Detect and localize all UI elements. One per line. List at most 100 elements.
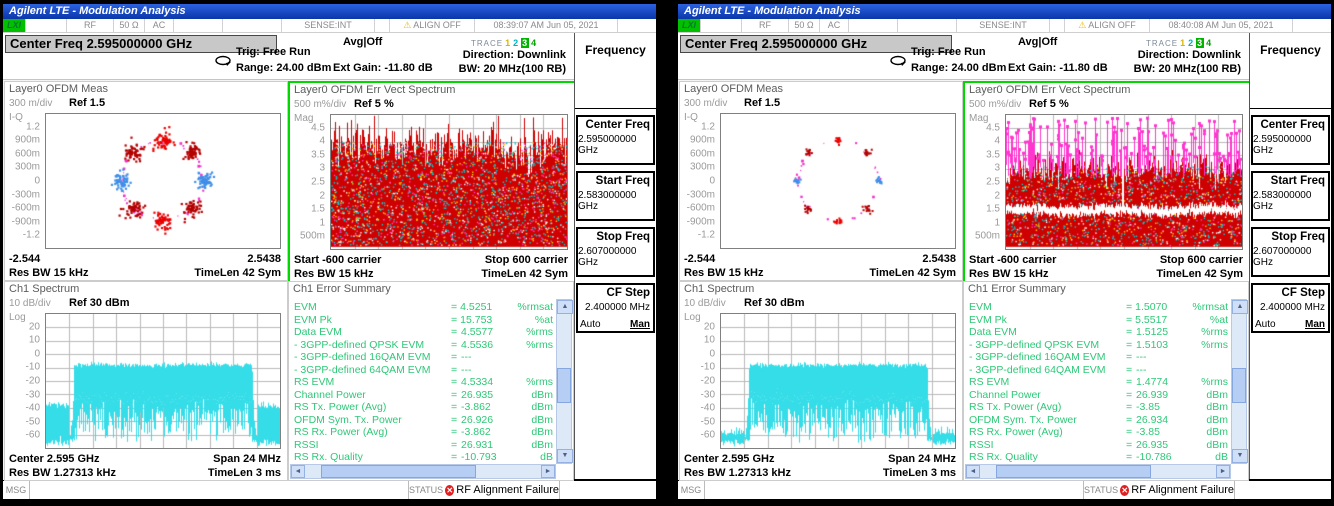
y-tick-label: -30 <box>701 389 715 400</box>
softkey-list: Center Freq2.595000000 GHz Start Freq2.58… <box>1250 115 1331 333</box>
window-title-label: Ch1 Spectrum <box>684 283 754 295</box>
softkey-start-freq[interactable]: Start Freq2.583000000 GHz <box>1251 171 1330 221</box>
timelen-label: TimeLen 3 ms <box>208 467 281 479</box>
scrollbar-thumb[interactable] <box>321 465 476 478</box>
evm-spectrum-plot <box>1005 114 1243 250</box>
softkey-center-freq[interactable]: Center Freq2.595000000 GHz <box>1251 115 1330 165</box>
softkey-value: 2.583000000 GHz <box>1253 190 1325 212</box>
scrollbar-thumb[interactable] <box>557 368 571 403</box>
y-tick-label: -60 <box>26 430 40 441</box>
softkey-center-freq[interactable]: Center Freq2.595000000 GHz <box>576 115 655 165</box>
span-label: Span 24 MHz <box>888 453 956 465</box>
y-tick-label: 2.5 <box>986 177 1000 188</box>
y-tick-label: -30 <box>26 389 40 400</box>
error-summary-row: RSSI=26.935dBm <box>969 439 1228 452</box>
softkey-stop-freq[interactable]: Stop Freq2.607000000 GHz <box>1251 227 1330 277</box>
direction-readout: Direction: Downlink <box>1138 49 1241 61</box>
y-tick-label: 1.5 <box>986 204 1000 215</box>
softkey-start-freq[interactable]: Start Freq2.583000000 GHz <box>576 171 655 221</box>
error-summary-window[interactable]: Ch1 Error Summary EVM=1.5070%rmsatEVM Pk… <box>963 281 1249 481</box>
evm-spectrum-canvas <box>1006 115 1242 249</box>
spectrum-window[interactable]: Ch1 Spectrum 10 dB/div Ref 30 dBm Log 20… <box>4 281 288 481</box>
span-label: Span 24 MHz <box>213 453 281 465</box>
status-datetime: 08:40:08 AM Jun 05, 2021 <box>1150 19 1293 32</box>
y-tick-label: 3 <box>994 163 1000 174</box>
window-title-label: Layer0 OFDM Err Vect Spectrum <box>294 84 455 96</box>
softkey-menu-title: Frequency <box>1250 33 1331 109</box>
continuous-sweep-icon <box>889 55 907 67</box>
vertical-scrollbar[interactable]: ▲ ▼ <box>1231 299 1247 464</box>
scroll-left-button[interactable]: ◄ <box>966 465 980 478</box>
y-tick-label: 3.5 <box>311 149 325 160</box>
trace-indicator: TRACE1234 <box>1146 38 1212 48</box>
toggle-auto[interactable]: Auto <box>580 319 601 330</box>
softkey-title: Stop Freq <box>1271 231 1325 243</box>
softkey-column: Frequency Center Freq2.595000000 GHzStar… <box>574 33 656 479</box>
res-bw-label: Res BW 15 kHz <box>294 268 373 280</box>
window-titlebar[interactable]: Agilent LTE - Modulation Analysis <box>3 4 656 19</box>
softkey-cf-step[interactable]: CF Step2.400000 MHzAutoMan <box>576 283 655 333</box>
scroll-up-button[interactable]: ▲ <box>557 300 573 314</box>
scroll-down-button[interactable]: ▼ <box>1232 449 1248 463</box>
status-strip: LXI RF 50 Ω AC SENSE:INT ⚠ALIGN OFF 08:4… <box>678 19 1331 33</box>
timelen-label: TimeLen 3 ms <box>883 467 956 479</box>
status-spacer <box>618 19 656 32</box>
y-axis-ticks: 4.543.532.521.51500m <box>965 114 1002 250</box>
error-summary-window[interactable]: Ch1 Error Summary EVM=4.5251%rmsatEVM Pk… <box>288 281 574 481</box>
vertical-scrollbar[interactable]: ▲ ▼ <box>556 299 572 464</box>
softkey-cf-step[interactable]: CF Step2.400000 MHzAutoMan <box>1251 283 1330 333</box>
evm-spectrum-plot <box>330 114 568 250</box>
horizontal-scrollbar[interactable]: ◄ ► <box>290 464 556 479</box>
measurement-header: Center Freq 2.595000000 GHz Trig: Free R… <box>678 33 1249 80</box>
evm-spectrum-window[interactable]: Layer0 OFDM Err Vect Spectrum 500 m%/div… <box>288 81 576 283</box>
spectrum-window[interactable]: Ch1 Spectrum 10 dB/div Ref 30 dBm Log 20… <box>679 281 963 481</box>
scroll-right-button[interactable]: ► <box>1216 465 1230 478</box>
constellation-canvas <box>721 114 955 248</box>
ref-level-label: Ref 30 dBm <box>744 297 805 309</box>
status-coupling: AC <box>820 19 849 32</box>
y-axis-ticks: 1.2900m600m300m0-300m-600m-900m-1.2 <box>680 113 717 249</box>
y-tick-label: -300m <box>687 189 715 200</box>
res-bw-label: Res BW 15 kHz <box>969 268 1048 280</box>
horizontal-scrollbar[interactable]: ◄ ► <box>965 464 1231 479</box>
scrollbar-thumb[interactable] <box>1232 368 1246 403</box>
scroll-left-button[interactable]: ◄ <box>291 465 305 478</box>
error-summary-row: RS Tx. Power (Avg)=-3.862dBm <box>294 401 553 414</box>
error-summary-row: EVM=1.5070%rmsat <box>969 301 1228 314</box>
y-tick-label: 10 <box>29 335 40 346</box>
toggle-man[interactable]: Man <box>630 319 650 330</box>
scroll-right-button[interactable]: ► <box>541 465 555 478</box>
status-align: ⚠ALIGN OFF <box>390 19 475 32</box>
error-summary-row: - 3GPP-defined 16QAM EVM=--- <box>294 351 553 364</box>
toggle-man[interactable]: Man <box>1305 319 1325 330</box>
scale-label: 10 dB/div <box>684 298 726 309</box>
constellation-window[interactable]: Layer0 OFDM Meas 300 m/div Ref 1.5 I-Q 1… <box>4 81 288 281</box>
toggle-auto[interactable]: Auto <box>1255 319 1276 330</box>
status-coupling: AC <box>145 19 174 32</box>
status-impedance: 50 Ω <box>114 19 145 32</box>
error-summary-row: - 3GPP-defined QPSK EVM=4.5536%rms <box>294 339 553 352</box>
status-spacer <box>1293 19 1331 32</box>
status-spacer <box>1050 19 1065 32</box>
y-tick-label: -40 <box>701 403 715 414</box>
scrollbar-thumb[interactable] <box>996 465 1151 478</box>
window-title-label: Ch1 Spectrum <box>9 283 79 295</box>
trace-3-selected: 3 <box>1196 38 1204 48</box>
constellation-plot <box>45 113 281 249</box>
direction-readout: Direction: Downlink <box>463 49 566 61</box>
center-freq-label: Center 2.595 GHz <box>9 453 99 465</box>
error-summary-row: RS EVM=1.4774%rms <box>969 376 1228 389</box>
y-axis-ticks: 20100-10-20-30-40-50-60 <box>5 313 42 449</box>
softkey-column: Frequency Center Freq2.595000000 GHz Star… <box>1249 33 1331 479</box>
softkey-stop-freq[interactable]: Stop Freq2.607000000 GHz <box>576 227 655 277</box>
trigger-readout: Trig: Free Run <box>236 46 311 58</box>
constellation-window[interactable]: Layer0 OFDM Meas 300 m/div Ref 1.5 I-Q 1… <box>679 81 963 281</box>
measurement-header: Center Freq 2.595000000 GHz Trig: Free R… <box>3 33 574 80</box>
y-tick-label: 3.5 <box>986 149 1000 160</box>
scroll-up-button[interactable]: ▲ <box>1232 300 1248 314</box>
y-tick-label: -300m <box>12 189 40 200</box>
scroll-down-button[interactable]: ▼ <box>557 449 573 463</box>
window-titlebar[interactable]: Agilent LTE - Modulation Analysis <box>678 4 1331 19</box>
warning-icon: ⚠ <box>1078 20 1086 30</box>
evm-spectrum-window[interactable]: Layer0 OFDM Err Vect Spectrum 500 m%/div… <box>963 81 1251 283</box>
